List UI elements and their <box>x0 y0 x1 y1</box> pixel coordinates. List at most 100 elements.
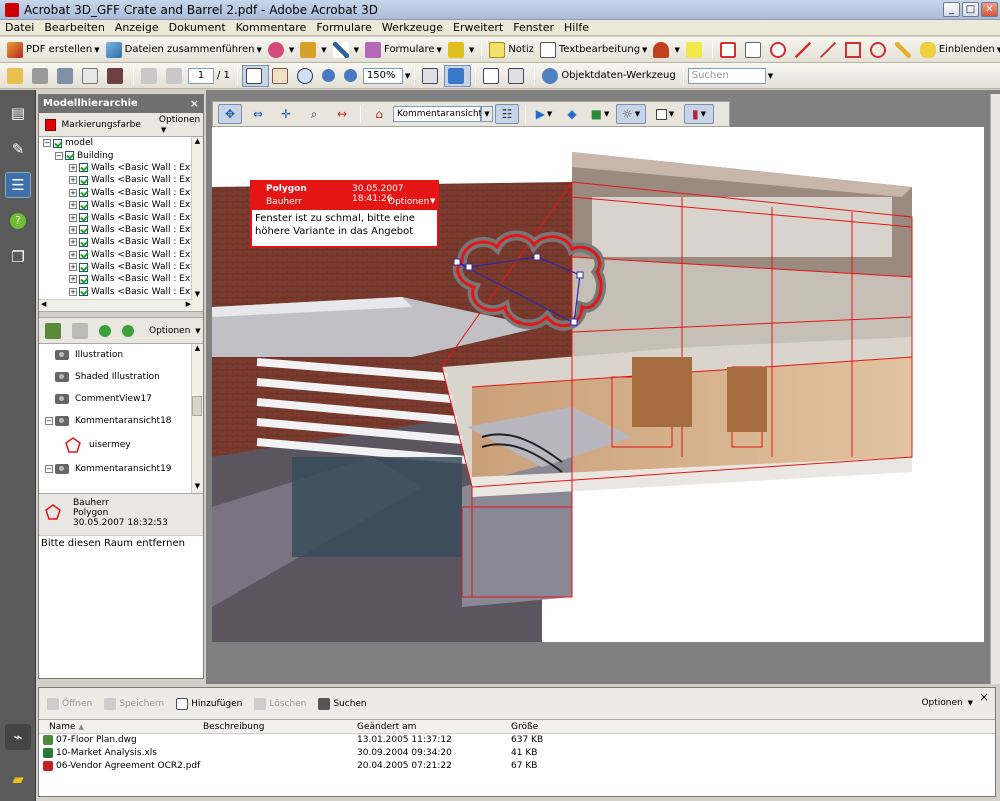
tree-node-wall[interactable]: +Walls <Basic Wall : Exter <box>39 273 203 285</box>
menu-tools[interactable]: Werkzeuge <box>377 20 448 36</box>
list-item[interactable]: − Kommentaransicht18 <box>39 410 203 432</box>
add-attachment-button[interactable]: Hinzufügen <box>176 697 242 710</box>
menu-edit[interactable]: Bearbeiten <box>39 20 109 36</box>
single-page-button[interactable] <box>480 65 505 87</box>
checkbox-icon[interactable] <box>79 237 88 247</box>
menu-file[interactable]: Datei <box>0 20 39 36</box>
expand-icon[interactable]: + <box>69 263 77 272</box>
callout-tool[interactable] <box>717 39 742 61</box>
zoom-3d-button[interactable]: ⌕ <box>302 104 326 124</box>
open-button[interactable] <box>4 65 29 87</box>
page-number-input[interactable]: 1 <box>188 67 214 84</box>
marker-color-swatch[interactable] <box>45 118 56 131</box>
delete-attachment-button[interactable]: Löschen <box>254 697 306 710</box>
text-edit-button[interactable]: Textbearbeitung ▼ <box>537 39 651 61</box>
fit-width-button[interactable] <box>444 64 472 87</box>
rectangle-tool[interactable] <box>842 39 867 61</box>
checkbox-icon[interactable] <box>79 213 88 223</box>
expand-icon[interactable]: + <box>69 213 77 222</box>
textbox-tool[interactable] <box>742 39 767 61</box>
projection-button[interactable]: ◆ <box>560 104 584 124</box>
popup-options-button[interactable]: Optionen <box>388 197 429 207</box>
checkbox-icon[interactable] <box>53 138 62 148</box>
collapse-icon[interactable]: − <box>43 139 51 148</box>
views-scrollbar[interactable]: ▲ ▼ <box>191 344 203 493</box>
tree-node-wall[interactable]: +Walls <Basic Wall : Exter <box>39 224 203 236</box>
menu-advanced[interactable]: Erweitert <box>448 20 508 36</box>
note-button[interactable]: Notiz <box>486 39 537 61</box>
checkbox-icon[interactable] <box>79 200 88 210</box>
tree-node-wall[interactable]: +Walls <Basic Wall : Exter <box>39 187 203 199</box>
expand-icon[interactable]: − <box>45 465 53 473</box>
view-select[interactable]: Kommentaransicht27 <box>393 106 494 122</box>
attachments-icon[interactable]: ⌁ <box>5 724 31 750</box>
save-button[interactable] <box>54 65 79 87</box>
expand-icon[interactable]: + <box>69 275 77 284</box>
checkbox-icon[interactable] <box>79 188 88 198</box>
zoom-input[interactable]: 150% <box>362 67 403 84</box>
search-dropdown-icon[interactable]: ▼ <box>768 72 773 80</box>
next-view-icon[interactable] <box>122 324 134 337</box>
help-icon[interactable]: ? <box>5 208 31 234</box>
select-tool[interactable] <box>241 64 269 87</box>
pencil-tool[interactable] <box>892 39 917 61</box>
list-item[interactable]: Illustration <box>39 344 203 366</box>
rotate-button[interactable] <box>505 65 530 87</box>
prev-view-icon[interactable] <box>99 324 111 337</box>
zoom-tool[interactable] <box>294 65 319 87</box>
menu-forms[interactable]: Formulare <box>311 20 377 36</box>
sign-button[interactable]: ▼ <box>330 39 362 61</box>
comments-icon[interactable]: ▰ <box>5 766 31 792</box>
table-row[interactable]: 07-Floor Plan.dwg 13.01.2005 11:37:12 63… <box>39 734 995 747</box>
spin-3d-button[interactable]: ⇔ <box>246 104 270 124</box>
tree-node-wall[interactable]: +Walls <Basic Wall : Exter <box>39 211 203 223</box>
search-attachments-button[interactable]: Suchen <box>318 697 367 710</box>
add-view-icon[interactable] <box>45 322 61 339</box>
expand-icon[interactable]: + <box>69 225 77 234</box>
collapse-icon[interactable]: − <box>55 151 63 160</box>
maximize-button[interactable]: □ <box>962 2 979 17</box>
scroll-down-icon[interactable]: ▼ <box>192 482 203 492</box>
render-mode-button[interactable]: ■ ▼ <box>588 104 612 124</box>
menu-help[interactable]: Hilfe <box>559 20 594 36</box>
export-button[interactable]: ▼ <box>265 39 297 61</box>
oval-tool[interactable] <box>867 39 892 61</box>
checkbox-icon[interactable] <box>79 225 88 235</box>
scroll-up-icon[interactable]: ▲ <box>192 137 203 147</box>
delete-view-icon[interactable] <box>72 322 88 339</box>
search-doc-button[interactable] <box>104 65 129 87</box>
expand-icon[interactable]: + <box>69 201 77 210</box>
checkbox-icon[interactable] <box>79 175 88 185</box>
panel-close-button[interactable]: × <box>190 95 199 113</box>
list-item[interactable]: CommentView17 <box>39 388 203 410</box>
expand-icon[interactable]: + <box>69 238 77 247</box>
tree-node-wall[interactable]: +Walls <Basic Wall : Exter <box>39 261 203 273</box>
tree-node-wall[interactable]: +Walls <Basic Wall : Exter <box>39 162 203 174</box>
pdf-create-button[interactable]: PDF erstellen ▼ <box>4 39 103 61</box>
home-view-button[interactable]: ⌂ <box>367 104 391 124</box>
comment-popup[interactable]: Polygon 30.05.2007 18:41:26 Bauherr Opti… <box>250 180 439 248</box>
review-button[interactable]: ▼ <box>445 39 477 61</box>
cross-section-button[interactable]: ▮ ▼ <box>684 104 714 124</box>
save-attachment-button[interactable]: Speichern <box>104 697 164 710</box>
attachments-options-button[interactable]: Optionen ▼ <box>921 698 973 708</box>
marker-options-button[interactable]: Optionen ▼ <box>159 115 203 135</box>
open-attachment-button[interactable]: Öffnen <box>47 697 92 710</box>
checkbox-icon[interactable] <box>79 274 88 284</box>
column-modified[interactable]: Geändert am <box>357 720 511 733</box>
list-item[interactable]: uisermey <box>39 432 203 458</box>
menu-view[interactable]: Anzeige <box>110 20 164 36</box>
next-page-button[interactable] <box>163 65 188 87</box>
model-tree-toggle[interactable]: ☷ <box>495 104 519 124</box>
pages-icon[interactable]: ▤ <box>5 100 31 126</box>
tree-node-model[interactable]: − model <box>39 137 203 149</box>
merge-files-button[interactable]: Dateien zusammenführen ▼ <box>103 39 265 61</box>
object-data-tool-button[interactable]: Objektdaten-Werkzeug <box>539 65 678 87</box>
tree-node-wall[interactable]: +Walls <Basic Wall : Exter <box>39 174 203 186</box>
zoom-dropdown-icon[interactable]: ▼ <box>405 72 410 80</box>
signatures-icon[interactable]: ✎ <box>5 136 31 162</box>
column-name[interactable]: Name ▲ <box>49 720 203 733</box>
checkbox-icon[interactable] <box>65 151 74 161</box>
play-animation-button[interactable]: ▶ ▼ <box>532 104 556 124</box>
lighting-button[interactable]: ☼ ▼ <box>616 104 646 124</box>
